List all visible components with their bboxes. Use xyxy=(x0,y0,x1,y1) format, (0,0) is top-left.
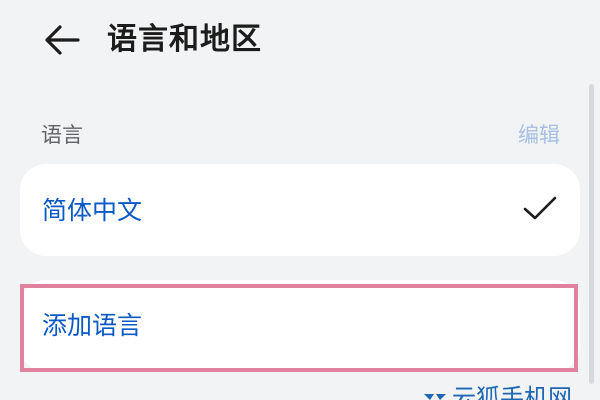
language-name: 简体中文 xyxy=(42,196,143,225)
scroll-indicator xyxy=(589,84,594,384)
page-title: 语言和地区 xyxy=(107,22,262,57)
language-item-simplified-chinese[interactable]: 简体中文 xyxy=(20,164,580,256)
edit-button[interactable]: 编辑 xyxy=(518,120,560,150)
back-button[interactable] xyxy=(36,18,84,62)
section-label-language: 语言 xyxy=(41,123,83,147)
add-language-button[interactable]: 添加语言 xyxy=(20,280,580,372)
watermark: 云狐手机网 xyxy=(422,384,600,400)
add-language-label: 添加语言 xyxy=(42,311,143,340)
watermark-text: 云狐手机网 xyxy=(452,384,572,400)
checkmark-icon xyxy=(522,195,558,227)
title-bar: 语言和地区 xyxy=(0,0,600,80)
arrow-left-icon xyxy=(36,18,84,62)
language-region-screen: 语言和地区 语言 编辑 简体中文 添加语言 云狐手机网 xyxy=(0,0,600,400)
watermark-logo-icon xyxy=(422,390,448,400)
